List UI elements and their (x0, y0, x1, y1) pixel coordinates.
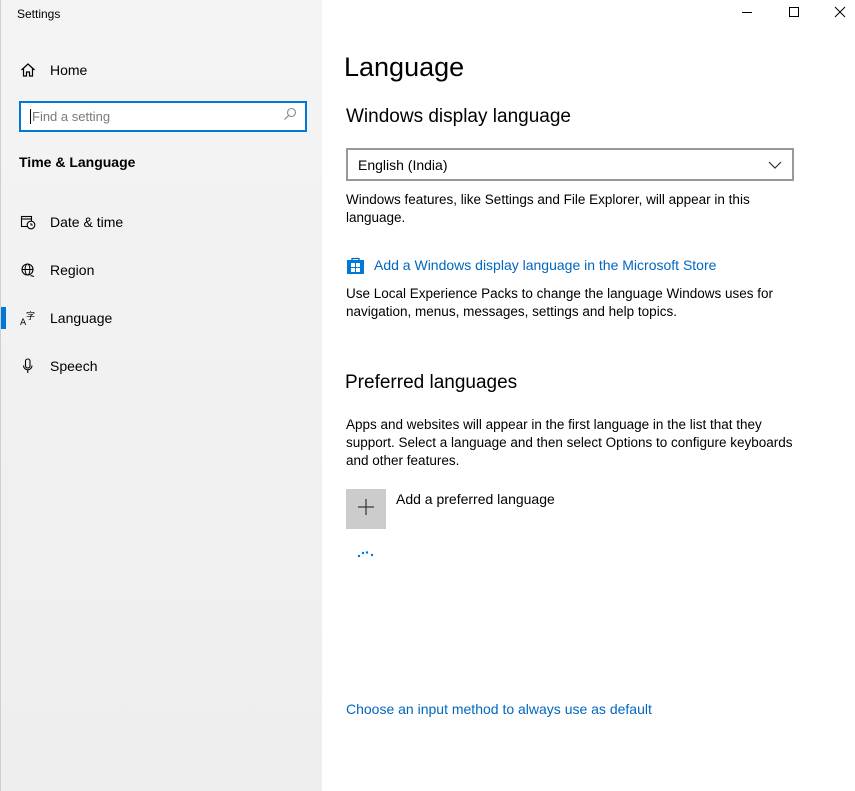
minimize-button[interactable] (725, 0, 769, 28)
store-link-text[interactable]: Add a Windows display language in the Mi… (374, 257, 716, 273)
close-icon (834, 5, 846, 23)
selection-indicator (1, 307, 6, 329)
search-input[interactable] (32, 109, 283, 124)
search-icon[interactable] (283, 107, 297, 126)
display-language-description: Windows features, like Settings and File… (346, 192, 750, 225)
text-caret (30, 109, 31, 124)
dropdown-value: English (India) (358, 156, 448, 173)
store-link[interactable]: Add a Windows display language in the Mi… (346, 256, 716, 274)
settings-window: Settings Home Time & Language Date & tim… (0, 0, 855, 791)
sidebar-item-label: Region (50, 262, 95, 278)
maximize-icon (788, 5, 800, 23)
app-title: Settings (17, 7, 61, 21)
microphone-icon (19, 357, 37, 375)
store-description: Use Local Experience Packs to change the… (346, 286, 773, 319)
sidebar-item-label: Language (50, 310, 113, 326)
preferred-languages-description: Apps and websites will appear in the fir… (346, 417, 793, 468)
minimize-icon (741, 5, 753, 23)
display-language-dropdown[interactable]: English (India) (346, 148, 794, 181)
add-language-label: Add a preferred language (396, 491, 555, 507)
svg-text:字: 字 (26, 310, 35, 322)
globe-icon (19, 261, 37, 279)
plus-icon (357, 498, 375, 521)
sidebar-item-language[interactable]: A字 Language (1, 301, 323, 335)
display-language-heading: Windows display language (346, 106, 571, 127)
input-method-link[interactable]: Choose an input method to always use as … (346, 701, 652, 719)
sidebar: Settings Home Time & Language Date & tim… (0, 0, 322, 791)
chevron-down-icon (768, 157, 782, 173)
input-method-link-text[interactable]: Choose an input method to always use as … (346, 701, 652, 717)
sidebar-item-region[interactable]: Region (1, 253, 323, 287)
nav-home[interactable]: Home (19, 57, 87, 83)
store-icon (346, 256, 364, 274)
add-preferred-language[interactable]: Add a preferred language (346, 489, 555, 529)
sidebar-item-date-time[interactable]: Date & time (1, 205, 323, 239)
loading-spinner-icon (357, 546, 377, 558)
sidebar-item-label: Speech (50, 358, 98, 374)
preferred-languages-heading: Preferred languages (345, 372, 518, 393)
sidebar-item-label: Date & time (50, 214, 124, 230)
section-title: Time & Language (19, 154, 136, 170)
add-language-button[interactable] (346, 489, 386, 529)
home-label: Home (50, 62, 88, 78)
home-icon (19, 61, 37, 79)
calendar-clock-icon (19, 213, 37, 231)
maximize-button[interactable] (772, 0, 816, 28)
language-icon: A字 (19, 309, 37, 327)
page-title: Language (344, 52, 465, 82)
sidebar-item-speech[interactable]: Speech (1, 349, 323, 383)
close-button[interactable] (818, 0, 855, 28)
search-box[interactable] (19, 101, 307, 132)
